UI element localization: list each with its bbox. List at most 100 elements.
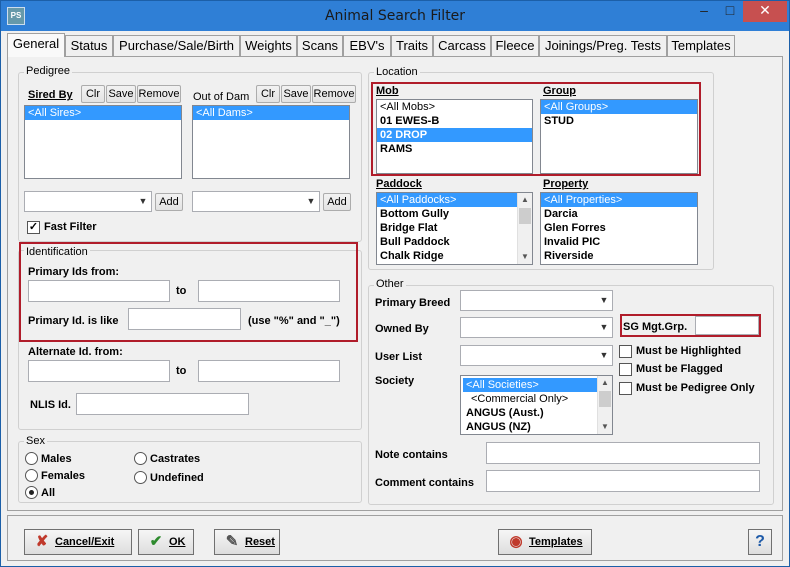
- ok-button[interactable]: ✔ OK: [138, 529, 194, 555]
- list-item[interactable]: <All Groups>: [541, 100, 697, 114]
- sires-remove-button[interactable]: Remove: [137, 85, 181, 103]
- owned-by-combo[interactable]: ▼: [460, 317, 613, 338]
- list-item[interactable]: Chalk Ridge: [377, 249, 532, 263]
- group-list[interactable]: <All Groups> STUD: [540, 99, 698, 174]
- to-label: to: [176, 365, 187, 377]
- primary-breed-combo[interactable]: ▼: [460, 290, 613, 311]
- undefined-label: Undefined: [150, 472, 204, 484]
- scroll-thumb[interactable]: [599, 391, 611, 407]
- tab-status[interactable]: Status: [65, 35, 113, 56]
- society-list[interactable]: <All Societies> <Commercial Only> ANGUS …: [460, 375, 613, 435]
- list-item[interactable]: <All Dams>: [193, 106, 349, 120]
- sires-list[interactable]: <All Sires>: [24, 105, 182, 179]
- fast-filter-checkbox[interactable]: ✓: [27, 221, 40, 234]
- maximize-button[interactable]: □: [717, 1, 743, 22]
- all-radio[interactable]: [25, 486, 38, 499]
- dams-save-button[interactable]: Save: [281, 85, 311, 103]
- list-item[interactable]: Darcia: [541, 207, 697, 221]
- primary-ids-from-label: Primary Ids from:: [28, 266, 120, 278]
- tab-carcass[interactable]: Carcass: [433, 35, 491, 56]
- tab-templates[interactable]: Templates: [667, 35, 735, 56]
- dam-combo[interactable]: ▼: [192, 191, 320, 212]
- tab-fleece[interactable]: Fleece: [491, 35, 539, 56]
- primary-id-like-input[interactable]: [128, 308, 241, 330]
- undefined-radio[interactable]: [134, 471, 147, 484]
- dams-remove-button[interactable]: Remove: [312, 85, 356, 103]
- reset-button[interactable]: ✎ Reset: [214, 529, 280, 555]
- must-be-pedigree-only-checkbox[interactable]: [619, 382, 632, 395]
- tab-traits[interactable]: Traits: [391, 35, 433, 56]
- females-radio[interactable]: [25, 469, 38, 482]
- minimize-button[interactable]: –: [691, 1, 717, 22]
- out-of-dam-label: Out of Dam: [193, 91, 250, 103]
- tab-scans[interactable]: Scans: [297, 35, 343, 56]
- scroll-down-icon[interactable]: ▼: [598, 420, 612, 434]
- comment-contains-input[interactable]: [486, 470, 760, 492]
- list-item[interactable]: <All Societies>: [463, 378, 598, 392]
- list-item[interactable]: 01 EWES-B: [377, 114, 532, 128]
- list-item[interactable]: Bridge Flat: [377, 221, 532, 235]
- close-button[interactable]: ✕: [743, 1, 787, 22]
- males-radio[interactable]: [25, 452, 38, 465]
- paddock-list[interactable]: <All Paddocks> Bottom Gully Bridge Flat …: [376, 192, 533, 265]
- list-item[interactable]: 02 DROP: [377, 128, 532, 142]
- must-be-highlighted-checkbox[interactable]: [619, 345, 632, 358]
- sires-save-button[interactable]: Save: [106, 85, 136, 103]
- fast-filter-label: Fast Filter: [44, 221, 97, 233]
- user-list-combo[interactable]: ▼: [460, 345, 613, 366]
- list-item[interactable]: <All Sires>: [25, 106, 181, 120]
- society-scrollbar[interactable]: ▲ ▼: [597, 376, 612, 434]
- nlis-id-input[interactable]: [76, 393, 249, 415]
- tab-joinings-preg-tests[interactable]: Joinings/Preg. Tests: [539, 35, 667, 56]
- window-title: Animal Search Filter: [324, 8, 466, 24]
- list-item[interactable]: Bull Paddock: [377, 235, 532, 249]
- note-contains-input[interactable]: [486, 442, 760, 464]
- list-item[interactable]: Invalid PIC: [541, 235, 697, 249]
- templates-button[interactable]: ◉ Templates: [498, 529, 592, 555]
- list-item[interactable]: <Commercial Only>: [461, 392, 612, 406]
- list-item[interactable]: <All Mobs>: [377, 100, 532, 114]
- paddock-scrollbar[interactable]: ▲ ▼: [517, 193, 532, 264]
- property-list[interactable]: <All Properties> Darcia Glen Forres Inva…: [540, 192, 698, 265]
- scroll-down-icon[interactable]: ▼: [518, 250, 532, 264]
- scroll-up-icon[interactable]: ▲: [598, 376, 612, 390]
- list-item[interactable]: Glen Forres: [541, 221, 697, 235]
- palette-icon: ◉: [509, 533, 523, 550]
- primary-id-from-input[interactable]: [28, 280, 170, 302]
- must-be-flagged-checkbox[interactable]: [619, 363, 632, 376]
- list-item[interactable]: ANGUS (NZ): [461, 420, 612, 434]
- list-item[interactable]: Riverside: [541, 249, 697, 263]
- list-item[interactable]: RAMS: [377, 142, 532, 156]
- tab-weights[interactable]: Weights: [240, 35, 297, 56]
- alternate-id-to-input[interactable]: [198, 360, 340, 382]
- castrates-radio[interactable]: [134, 452, 147, 465]
- list-item[interactable]: STUD: [541, 114, 697, 128]
- list-item[interactable]: ANGUS (Aust.): [461, 406, 612, 420]
- primary-id-to-input[interactable]: [198, 280, 340, 302]
- list-item[interactable]: <All Properties>: [541, 193, 697, 207]
- help-button[interactable]: ?: [748, 529, 772, 555]
- list-item[interactable]: <All Paddocks>: [377, 193, 532, 207]
- sired-by-label: Sired By: [28, 89, 73, 101]
- dams-clear-button[interactable]: Clr: [256, 85, 280, 103]
- list-item[interactable]: Bottom Gully: [377, 207, 532, 221]
- mob-list[interactable]: <All Mobs> 01 EWES-B 02 DROP RAMS: [376, 99, 533, 174]
- add-dam-button[interactable]: Add: [323, 193, 351, 211]
- add-sire-button[interactable]: Add: [155, 193, 183, 211]
- paddock-label: Paddock: [376, 178, 422, 190]
- cancel-exit-button[interactable]: ✘ Cancel/Exit: [24, 529, 132, 555]
- tab-general[interactable]: General: [7, 33, 65, 57]
- sg-mgt-grp-input[interactable]: [695, 316, 759, 335]
- scroll-thumb[interactable]: [519, 208, 531, 224]
- checkmark-icon: ✔: [149, 533, 163, 550]
- sire-combo[interactable]: ▼: [24, 191, 152, 212]
- society-label: Society: [375, 375, 415, 387]
- tab-purchase-sale-birth[interactable]: Purchase/Sale/Birth: [113, 35, 240, 56]
- eraser-icon: ✎: [225, 533, 239, 550]
- dams-list[interactable]: <All Dams>: [192, 105, 350, 179]
- scroll-up-icon[interactable]: ▲: [518, 193, 532, 207]
- tab-ebvs[interactable]: EBV's: [343, 35, 391, 56]
- user-list-label: User List: [375, 351, 423, 363]
- alternate-id-from-input[interactable]: [28, 360, 170, 382]
- sires-clear-button[interactable]: Clr: [81, 85, 105, 103]
